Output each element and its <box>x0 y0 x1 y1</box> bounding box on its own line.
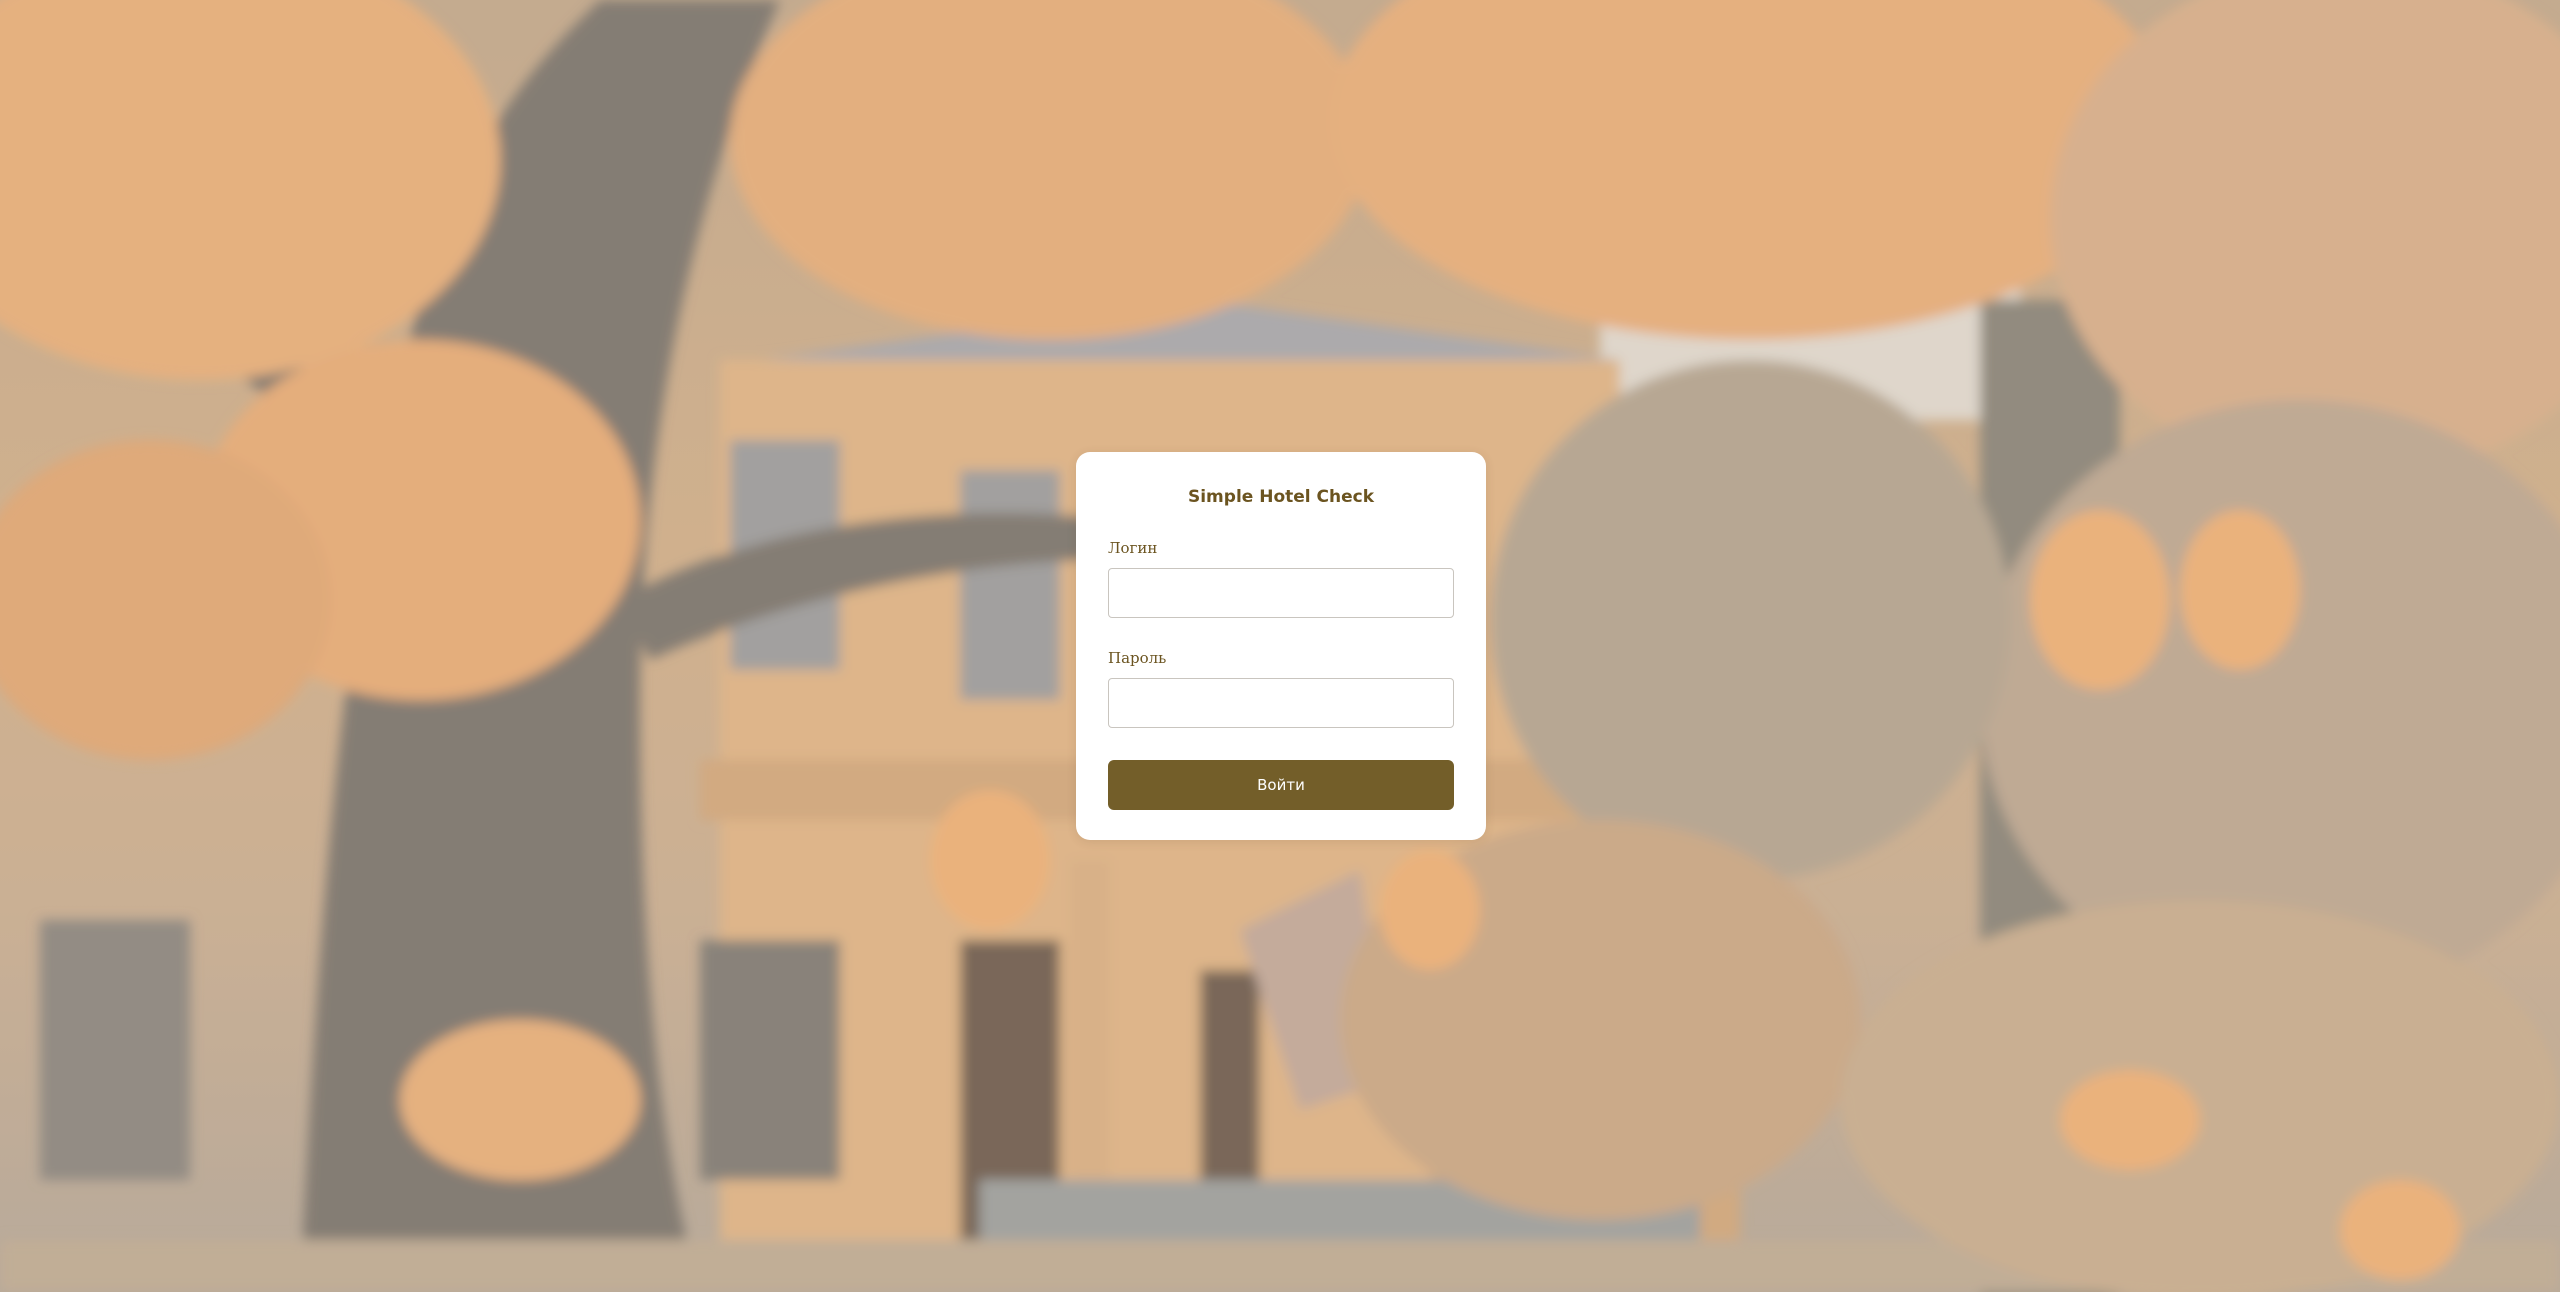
login-submit-button[interactable]: Войти <box>1108 760 1454 810</box>
password-input[interactable] <box>1108 678 1454 728</box>
password-label: Пароль <box>1108 649 1167 667</box>
login-card: Simple Hotel Check Логин Пароль Войти <box>1076 452 1486 840</box>
login-input[interactable] <box>1108 568 1454 618</box>
app-title: Simple Hotel Check <box>1187 487 1375 507</box>
login-label: Логин <box>1108 539 1158 557</box>
